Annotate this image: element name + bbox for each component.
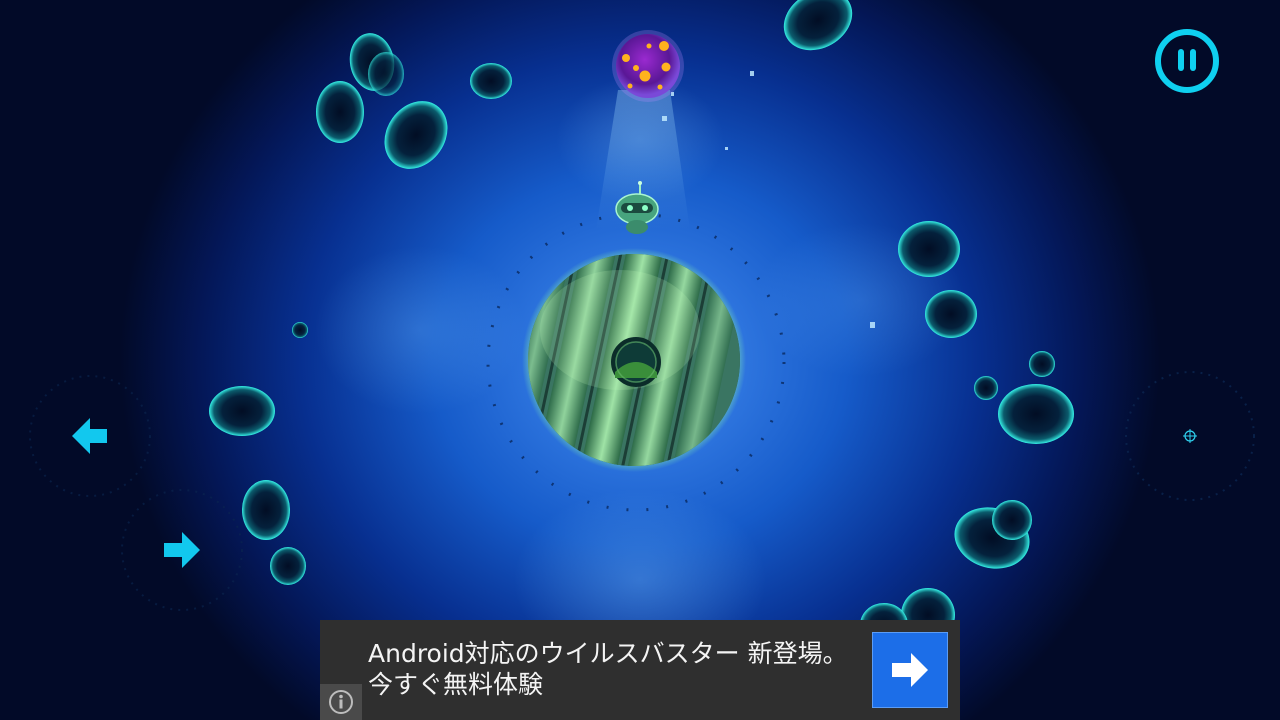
asteroid-rock — [998, 384, 1074, 444]
ad-headline: Android対応のウイルスバスター 新登場。 — [368, 639, 848, 668]
debris-particle — [725, 147, 728, 150]
asteroid-rock — [316, 81, 364, 143]
asteroid-rock — [209, 386, 275, 436]
asteroid-rock — [992, 500, 1032, 540]
ad-go-button[interactable] — [872, 632, 948, 708]
asteroid-rock — [270, 547, 306, 585]
ad-text[interactable]: Android対応のウイルスバスター 新登場。 今すぐ無料体験 — [368, 638, 858, 700]
arrow-right-icon — [892, 653, 928, 687]
asteroid-rock — [384, 101, 448, 169]
asteroid-rock — [974, 376, 998, 400]
arrow-right-icon — [164, 532, 200, 568]
ad-subline: 今すぐ無料体験 — [368, 670, 544, 699]
asteroid-rock — [242, 480, 290, 540]
asteroid-rock — [898, 221, 960, 277]
debris-particle — [662, 116, 667, 121]
game-screen[interactable]: Android対応のウイルスバスター 新登場。 今すぐ無料体験 — [0, 0, 1280, 720]
asteroid-rock — [292, 322, 308, 338]
planet — [522, 248, 746, 472]
info-icon — [329, 690, 353, 714]
pause-button[interactable] — [1154, 28, 1220, 94]
asteroid-rock — [1029, 351, 1055, 377]
asteroid-rock — [368, 52, 404, 96]
ad-info-button[interactable] — [320, 684, 362, 720]
asteroid-rock — [470, 63, 512, 99]
hazard-orb — [612, 30, 684, 102]
game-scene — [29, 0, 1255, 647]
move-right-button[interactable] — [158, 526, 206, 574]
arrow-left-icon — [72, 418, 107, 454]
debris-particle — [750, 71, 754, 76]
move-left-button[interactable] — [66, 412, 114, 460]
asteroid-rock — [925, 290, 977, 338]
asteroid-rock — [783, 0, 853, 51]
crosshair-icon[interactable] — [1183, 429, 1197, 443]
debris-particle — [870, 322, 875, 328]
pause-icon — [1155, 29, 1219, 93]
ad-banner[interactable]: Android対応のウイルスバスター 新登場。 今すぐ無料体験 — [320, 620, 960, 720]
